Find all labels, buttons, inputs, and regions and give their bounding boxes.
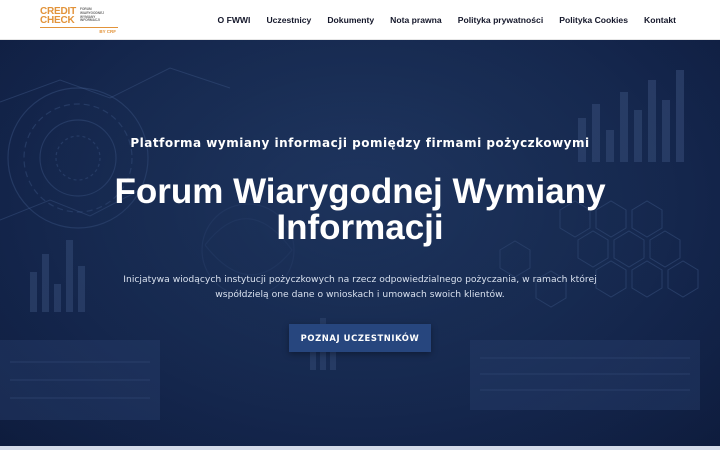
credit-check-logo[interactable]: CREDIT CHECK FORUM WIARYGODNEJ WYMIANY I… [40, 6, 118, 35]
hero-kicker: Platforma wymiany informacji pomiędzy fi… [130, 136, 590, 150]
nav-item-uczestnicy[interactable]: Uczestnicy [266, 15, 311, 25]
nav-item-polityka-cookies[interactable]: Polityka Cookies [559, 15, 628, 25]
nav-item-o-fwwi[interactable]: O FWWI [218, 15, 251, 25]
hero-title: Forum Wiarygodnej Wymiany Informacji [114, 172, 606, 247]
logo-wordmark: CREDIT CHECK [40, 6, 77, 26]
nav-item-nota-prawna[interactable]: Nota prawna [390, 15, 442, 25]
main-nav: O FWWI Uczestnicy Dokumenty Nota prawna … [218, 0, 677, 40]
nav-item-kontakt[interactable]: Kontakt [644, 15, 676, 25]
logo-subtitle: FORUM WIARYGODNEJ WYMIANY INFORMACJI [80, 7, 104, 23]
logo-by-crf: BY CRF [99, 29, 116, 34]
hero-lead: Inicjatywa wiodących instytucji pożyczko… [123, 274, 597, 300]
nav-item-dokumenty[interactable]: Dokumenty [327, 15, 374, 25]
nav-item-polityka-prywatnosci[interactable]: Polityka prywatności [458, 15, 544, 25]
poznaj-uczestnikow-button[interactable]: POZNAJ UCZESTNIKÓW [289, 324, 431, 352]
logo-divider [40, 27, 118, 28]
site-header: CREDIT CHECK FORUM WIARYGODNEJ WYMIANY I… [0, 0, 720, 40]
section-divider [0, 446, 720, 450]
hero-section: Platforma wymiany informacji pomiędzy fi… [0, 40, 720, 446]
